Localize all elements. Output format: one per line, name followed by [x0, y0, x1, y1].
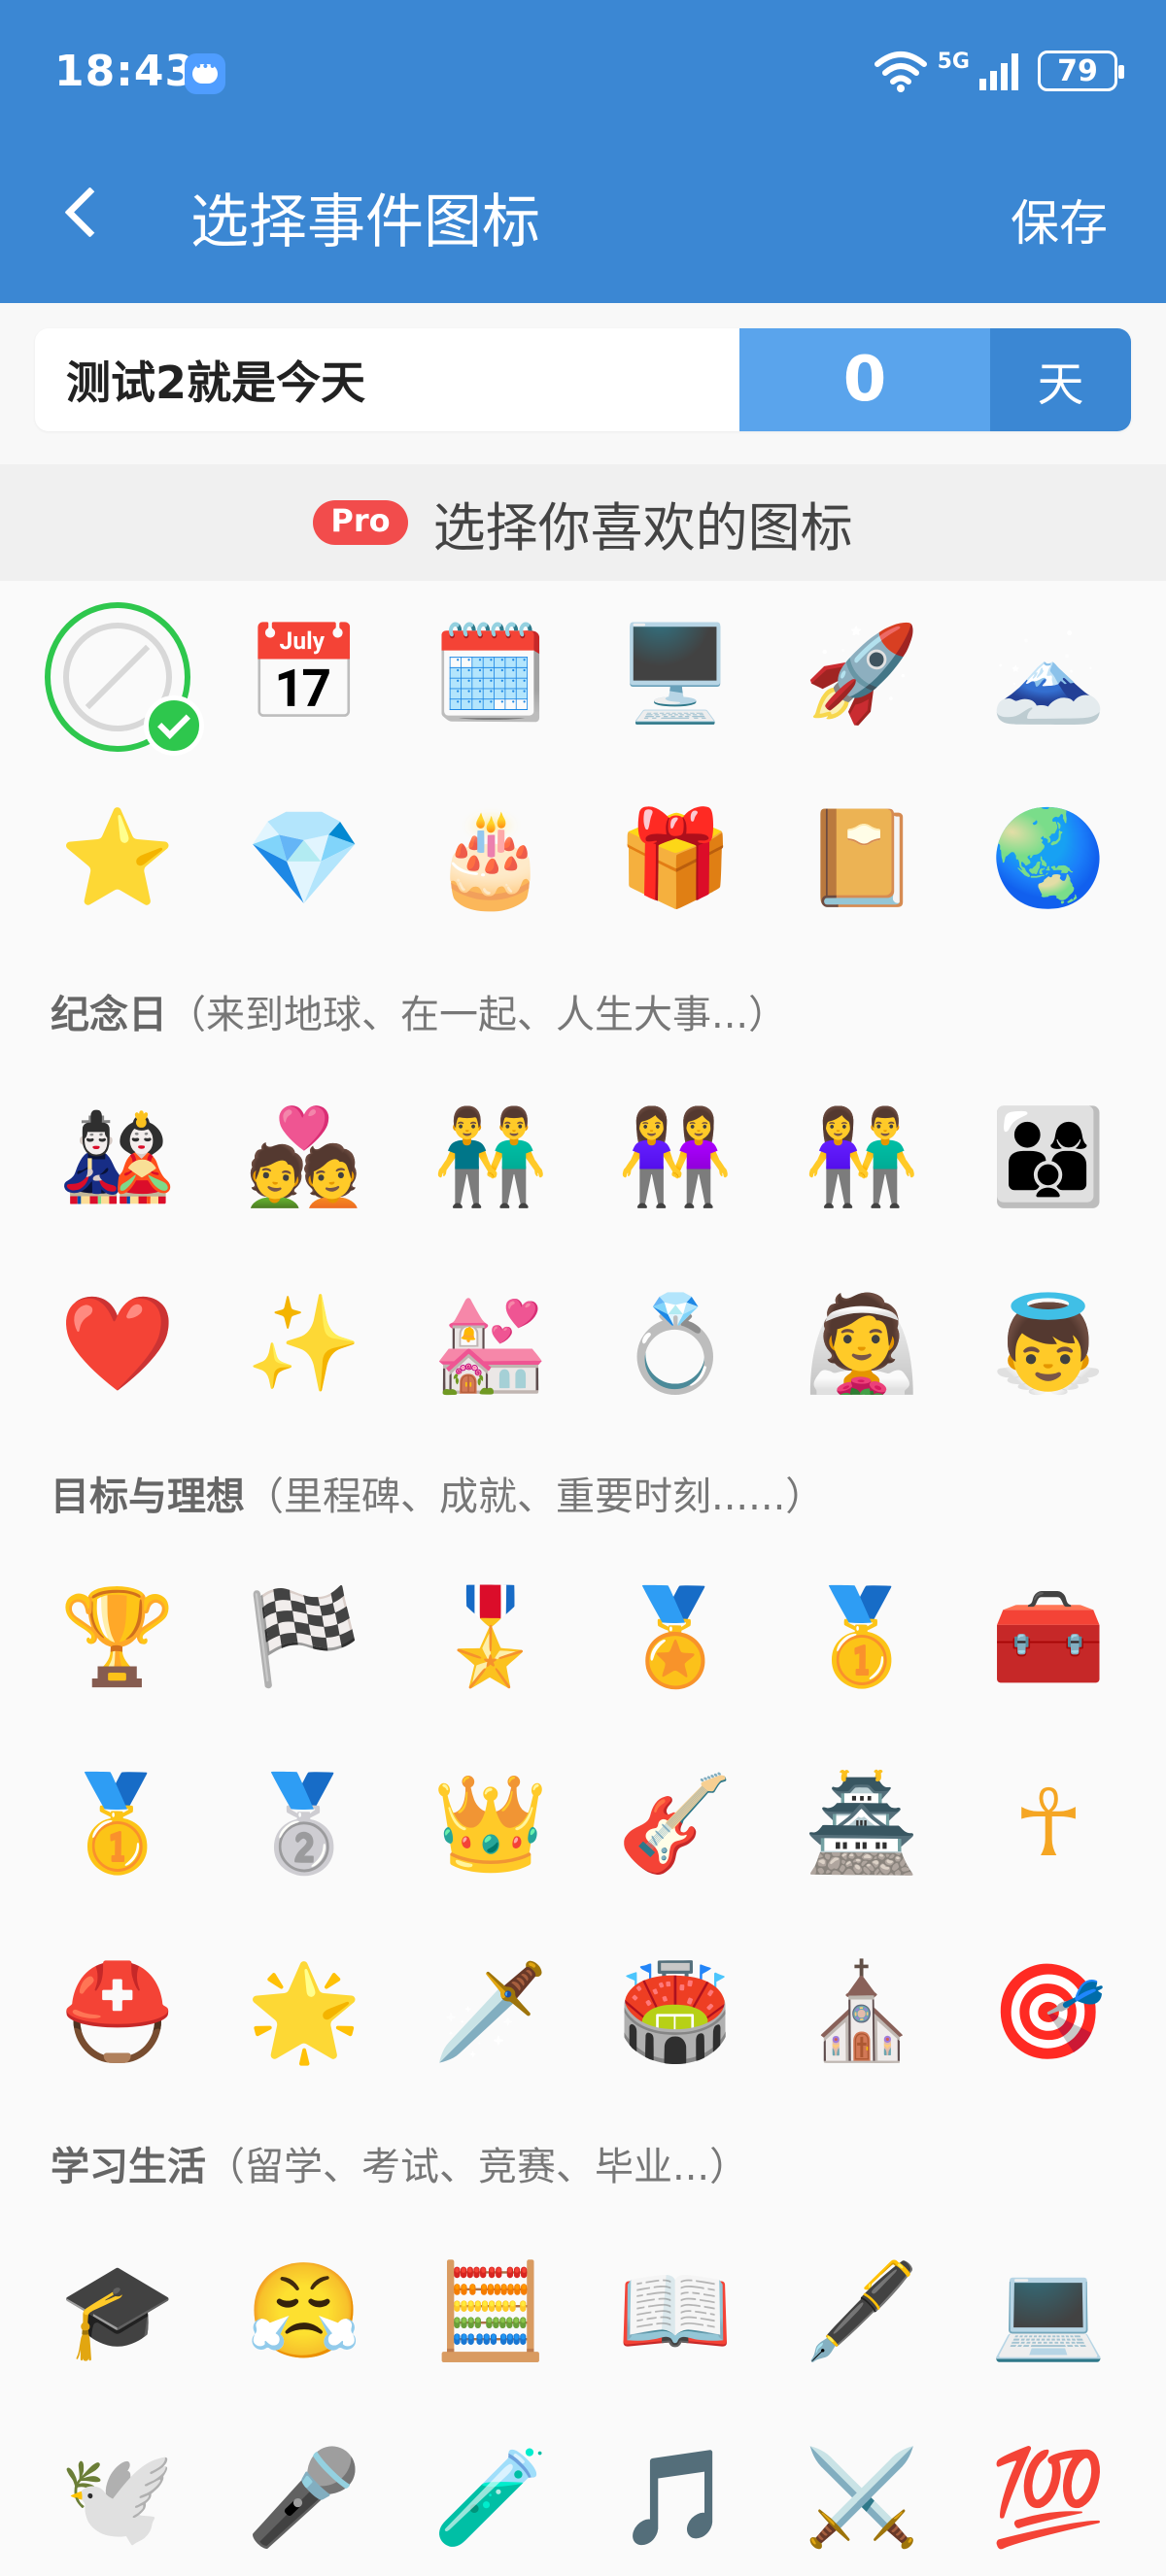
icon-row: 🕊️ 🎤 🧪 🎵 ⚔️ 💯 — [0, 2424, 1166, 2576]
chalkboard-icon[interactable]: 🧮 — [418, 2238, 564, 2384]
code-window-icon[interactable]: 💻 — [976, 2238, 1121, 2384]
open-book-icon[interactable]: 📖 — [602, 2238, 748, 2384]
event-name: 测试2就是今天 — [66, 356, 366, 409]
birthday-cake-icon[interactable]: 🎂 — [418, 785, 564, 931]
wedding-dress-icon[interactable]: 👰 — [789, 1271, 935, 1416]
cathedral-icon[interactable]: ⛪ — [789, 1939, 935, 2085]
pro-badge: Pro — [313, 500, 408, 545]
mountain-icon[interactable]: 🗻 — [976, 600, 1121, 746]
spartan-helmet-icon[interactable]: ⛑️ — [45, 1939, 190, 2085]
status-bar: 18:43 5G 79 — [0, 0, 1166, 146]
temple-icon[interactable]: 🏯 — [789, 1750, 935, 1896]
pro-text: 选择你喜欢的图标 — [432, 496, 853, 559]
section-title-anniversary: 纪念日（来到地球、在一起、人生大事...） — [51, 993, 788, 1037]
selected-check-icon — [144, 695, 204, 756]
ink-pen-icon[interactable]: 🖋️ — [789, 2238, 935, 2384]
save-button[interactable]: 保存 — [1011, 185, 1108, 254]
diamond-icon[interactable]: 💎 — [231, 785, 377, 931]
flask-icon[interactable]: 🧪 — [418, 2424, 564, 2570]
globe-icon[interactable]: 🌏 — [976, 785, 1121, 931]
colosseum-icon[interactable]: 🏟️ — [602, 1939, 748, 2085]
icon-row: 📅 🗓️ 🖥️ 🚀 🗻 — [0, 600, 1166, 775]
sparkle-icon[interactable]: ✨ — [231, 1271, 377, 1416]
dolls-icon[interactable]: 🎎 — [45, 1084, 190, 1230]
icon-option-none[interactable] — [45, 602, 204, 756]
icon-row: 🏆 🏁 🎖️ 🏅 🥇 🧰 — [0, 1564, 1166, 1739]
family-icon[interactable]: 👨‍👩‍👦 — [976, 1084, 1121, 1230]
two-men-icon[interactable]: 👬 — [418, 1084, 564, 1230]
signal-icon — [979, 51, 1018, 90]
message-notification-icon — [185, 53, 225, 94]
singer-icon[interactable]: 🎤 — [231, 2424, 377, 2570]
crown-icon[interactable]: 👑 — [418, 1750, 564, 1896]
finish-line-icon[interactable]: 🏁 — [231, 1564, 377, 1710]
guitar-icon[interactable]: 🎸 — [602, 1750, 748, 1896]
icon-row: 🎎 💑 👬 👭 👫 👨‍👩‍👦 — [0, 1084, 1166, 1259]
heart-icon[interactable]: ❤️ — [45, 1271, 190, 1416]
target-icon[interactable]: 🎯 — [976, 1939, 1121, 2085]
event-days-unit: 天 — [990, 328, 1131, 431]
calendar-heart-icon[interactable]: 📅 — [231, 600, 377, 746]
crossed-swords-icon[interactable]: ⚔️ — [789, 2424, 935, 2570]
pro-banner: Pro 选择你喜欢的图标 — [0, 464, 1166, 581]
section-title-goals: 目标与理想（里程碑、成就、重要时刻......） — [51, 1474, 825, 1519]
notebook-icon[interactable]: 📔 — [789, 785, 935, 931]
star-icon[interactable]: ⭐ — [45, 785, 190, 931]
medal-icon[interactable]: 🏅 — [602, 1564, 748, 1710]
rocket-icon[interactable]: 🚀 — [789, 600, 935, 746]
icon-row: ⭐ 💎 🎂 🎁 📔 🌏 — [0, 785, 1166, 960]
traditional-couple-icon[interactable]: 👫 — [789, 1084, 935, 1230]
calendar-star-icon[interactable]: 🗓️ — [418, 600, 564, 746]
event-days-count: 0 — [739, 328, 990, 431]
icon-picker: 📅 🗓️ 🖥️ 🚀 🗻 ⭐ 💎 🎂 🎁 📔 🌏 纪念日（来到地球、在一起、人生大… — [0, 581, 1166, 2576]
battery-icon: 79 — [1038, 51, 1124, 91]
event-preview: 测试2就是今天 0 天 — [35, 328, 1131, 431]
two-women-icon[interactable]: 👭 — [602, 1084, 748, 1230]
ankh-icon[interactable]: ☥ — [976, 1750, 1121, 1896]
app-header: 18:43 5G 79 选择事件图标 保存 — [0, 0, 1166, 303]
microphone-music-icon[interactable]: 🎵 — [602, 2424, 748, 2570]
section-title-study: 学习生活（留学、考试、竞赛、毕业...） — [51, 2145, 749, 2189]
first-place-badge-icon[interactable]: 🥇 — [45, 1750, 190, 1896]
treasure-chest-icon[interactable]: 🧰 — [976, 1564, 1121, 1710]
icon-row: ⛑️ 🌟 🗡️ 🏟️ ⛪ 🎯 — [0, 1939, 1166, 2114]
couple-icon[interactable]: 💑 — [231, 1084, 377, 1230]
status-time: 18:43 — [54, 47, 196, 96]
icon-row: 🥇 🥈 👑 🎸 🏯 ☥ — [0, 1750, 1166, 1925]
sword-icon[interactable]: 🗡️ — [418, 1939, 564, 2085]
network-type: 5G — [937, 49, 970, 74]
no-icon-option — [45, 602, 204, 756]
gift-icon[interactable]: 🎁 — [602, 785, 748, 931]
wedding-chapel-icon[interactable]: 💒 — [418, 1271, 564, 1416]
wifi-icon — [874, 51, 927, 92]
medal-ribbon-icon[interactable]: 🎖️ — [418, 1564, 564, 1710]
hundred-points-icon[interactable]: 💯 — [976, 2424, 1121, 2570]
red-star-icon[interactable]: 🌟 — [231, 1939, 377, 2085]
paper-crane-icon[interactable]: 🕊️ — [45, 2424, 190, 2570]
icon-row: 🎓 😤 🧮 📖 🖋️ 💻 — [0, 2238, 1166, 2413]
trophy-icon[interactable]: 🏆 — [45, 1564, 190, 1710]
computer-icon[interactable]: 🖥️ — [602, 600, 748, 746]
angel-wings-icon[interactable]: 👼 — [976, 1271, 1121, 1416]
determined-face-icon[interactable]: 😤 — [231, 2238, 377, 2384]
page-title: 选择事件图标 — [190, 188, 540, 256]
gold-medal-icon[interactable]: 🥇 — [789, 1564, 935, 1710]
first-place-shield-icon[interactable]: 🥈 — [231, 1750, 377, 1896]
graduation-cap-icon[interactable]: 🎓 — [45, 2238, 190, 2384]
back-button[interactable] — [58, 175, 117, 253]
icon-row: ❤️ ✨ 💒 💍 👰 👼 — [0, 1271, 1166, 1445]
ring-box-icon[interactable]: 💍 — [602, 1271, 748, 1416]
